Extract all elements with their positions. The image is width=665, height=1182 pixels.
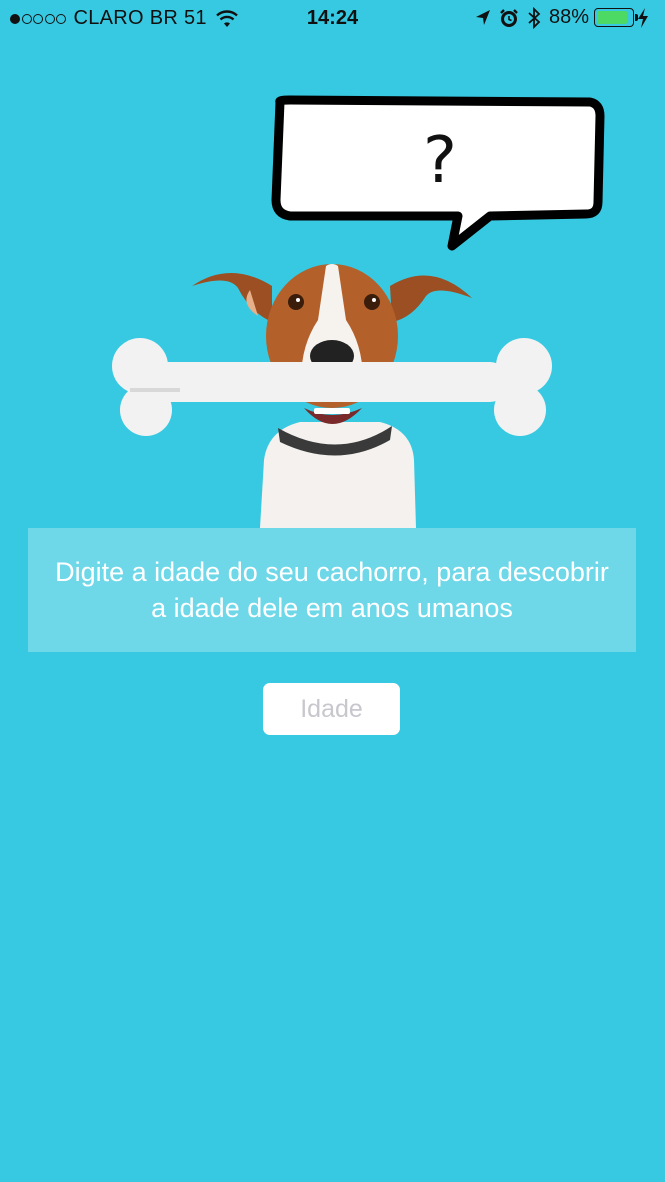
dog-eye-right [364, 294, 380, 310]
age-input[interactable] [263, 683, 400, 735]
dog-ear-right [390, 275, 472, 322]
alarm-icon [500, 8, 518, 27]
battery-level-fill [597, 11, 627, 24]
status-right: 88% [475, 6, 657, 29]
instruction-text: Digite a idade do seu cachorro, para des… [55, 557, 609, 623]
battery-icon [594, 8, 638, 27]
battery-percentage: 88% [548, 6, 589, 28]
dog-ear-left [192, 273, 272, 322]
instruction-banner: Digite a idade do seu cachorro, para des… [28, 528, 636, 652]
speech-bubble: ? [271, 95, 605, 251]
dog-eye-left [288, 294, 304, 310]
location-arrow-icon [475, 9, 490, 25]
dog-with-bone-illustration: ? [112, 95, 605, 528]
charging-bolt-icon [638, 7, 648, 28]
bubble-question-mark: ? [423, 124, 457, 198]
status-bar: CLARO BR 51 14:24 88% [0, 0, 665, 38]
bluetooth-icon [528, 6, 541, 29]
